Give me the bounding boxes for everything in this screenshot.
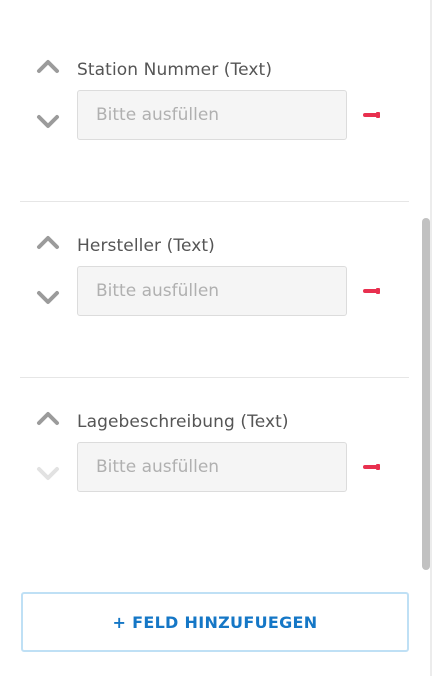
field-row: Hersteller (Text) <box>20 201 409 378</box>
chevron-down-icon[interactable] <box>36 113 60 131</box>
field-label: Hersteller (Text) <box>77 236 215 256</box>
field-input[interactable] <box>77 442 347 492</box>
remove-field-icon[interactable] <box>361 110 381 120</box>
chevron-down-icon[interactable] <box>36 465 60 483</box>
field-label: Lagebeschreibung (Text) <box>77 412 289 432</box>
field-row: Lagebeschreibung (Text) <box>20 377 409 554</box>
chevron-up-icon[interactable] <box>36 57 60 75</box>
chevron-down-icon[interactable] <box>36 289 60 307</box>
add-field-button[interactable]: + FELD HINZUFUEGEN <box>21 592 409 652</box>
field-editor-panel: Station Nummer (Text) Hersteller (Text) … <box>0 0 433 676</box>
field-row: Station Nummer (Text) <box>20 25 409 201</box>
chevron-up-icon[interactable] <box>36 409 60 427</box>
field-input[interactable] <box>77 266 347 316</box>
scrollbar-thumb[interactable] <box>422 218 430 570</box>
scrollbar[interactable] <box>421 0 433 676</box>
field-input[interactable] <box>77 90 347 140</box>
chevron-up-icon[interactable] <box>36 233 60 251</box>
remove-field-icon[interactable] <box>361 286 381 296</box>
remove-field-icon[interactable] <box>361 462 381 472</box>
field-label: Station Nummer (Text) <box>77 60 273 80</box>
